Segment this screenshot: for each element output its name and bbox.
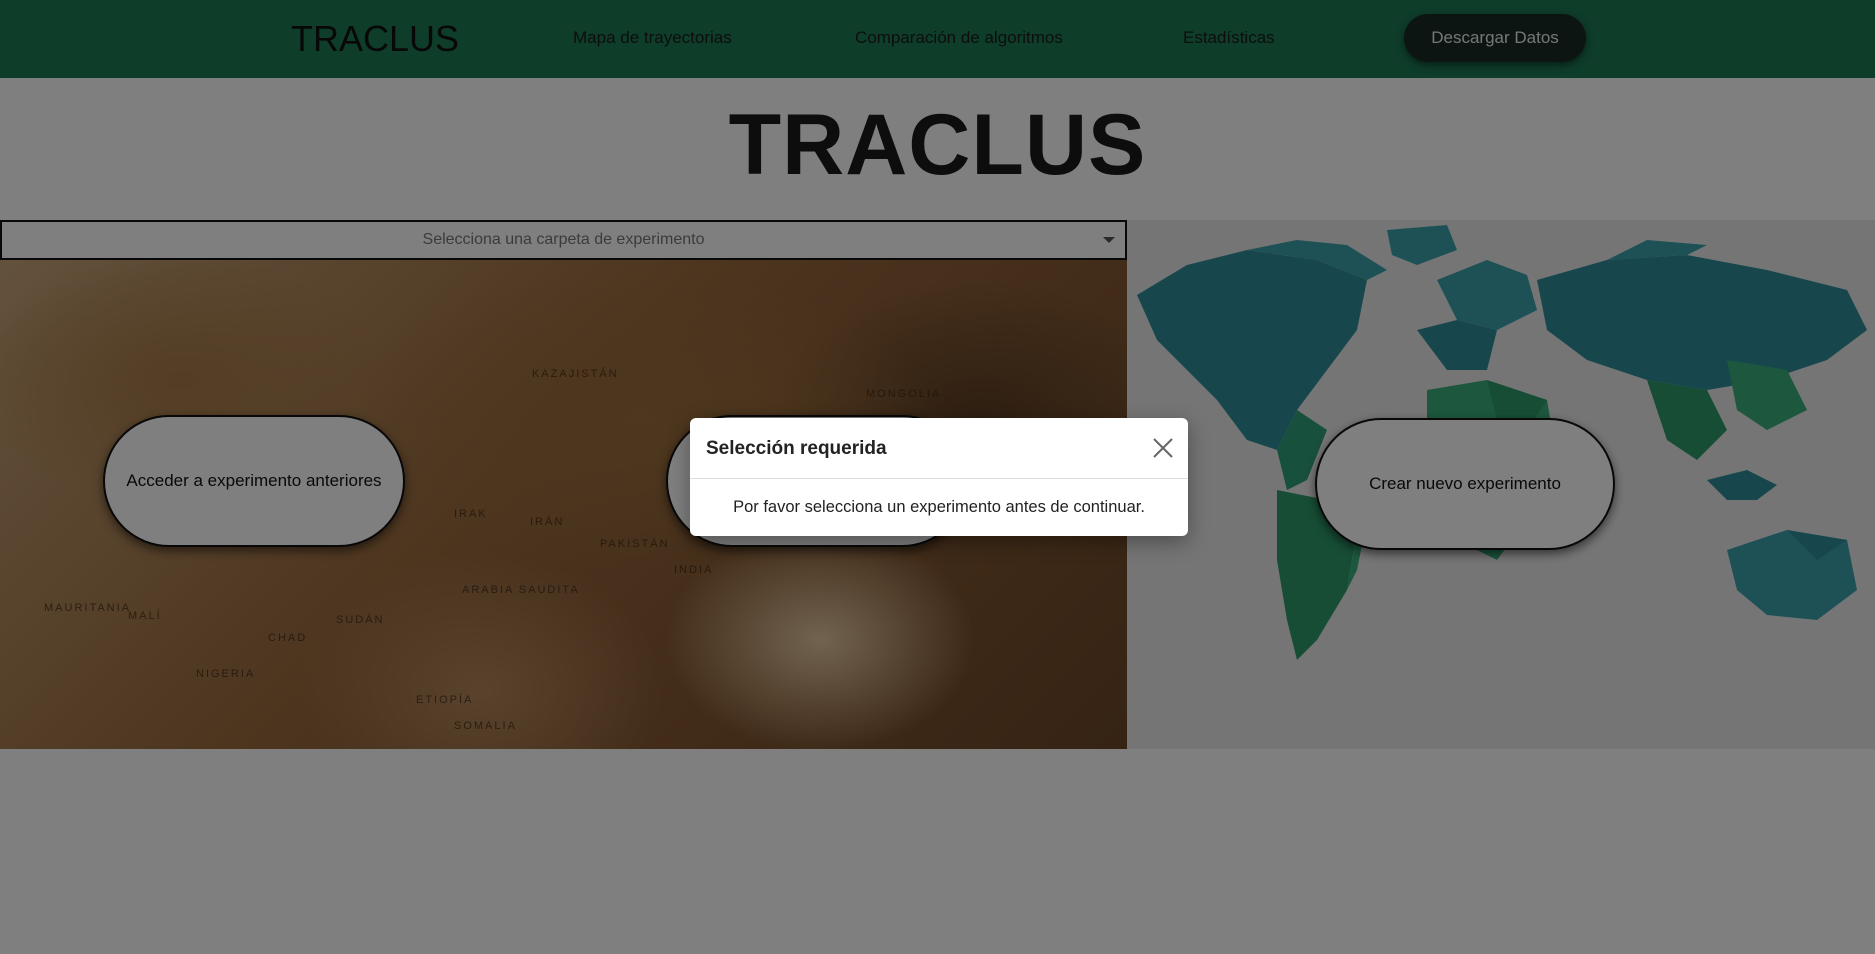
close-icon[interactable] [1150,435,1176,461]
modal-message: Por favor selecciona un experimento ante… [733,498,1145,516]
selection-required-modal: Selección requerida Por favor selecciona… [690,418,1188,536]
modal-header: Selección requerida [690,418,1188,479]
modal-title: Selección requerida [706,438,887,459]
